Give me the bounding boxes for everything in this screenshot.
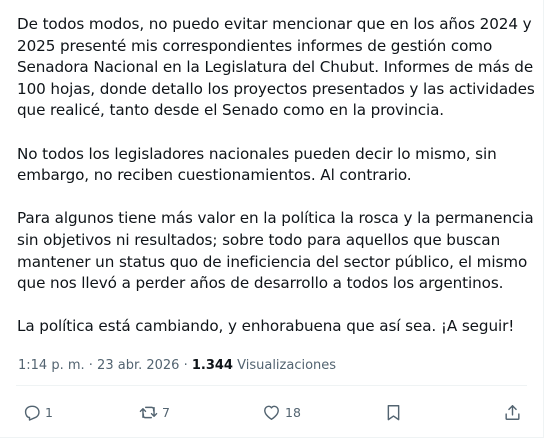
views-label: Visualizaciones xyxy=(237,358,337,373)
like-button[interactable]: 18 xyxy=(262,398,301,426)
retweet-count: 7 xyxy=(162,404,170,420)
like-count: 18 xyxy=(285,404,301,420)
tweet-paragraph-3: Para algunos tiene más valor en la polít… xyxy=(17,209,534,293)
tweet-metadata: 1:14 p. m. · 23 abr. 2026 · 1.344 Visual… xyxy=(18,357,336,375)
tweet-paragraph-4: La política está cambiando, y enhorabuen… xyxy=(17,317,515,336)
action-bar: 1 7 18 xyxy=(0,398,544,426)
views-count: 1.344 xyxy=(191,358,233,373)
share-icon xyxy=(505,404,520,420)
tweet-paragraph-1: De todos modos, no puedo evitar menciona… xyxy=(17,15,535,120)
tweet-text: De todos modos, no puedo evitar menciona… xyxy=(17,14,535,338)
retweet-icon xyxy=(139,406,158,418)
reply-button[interactable]: 1 xyxy=(22,398,53,426)
bookmark-icon xyxy=(387,404,400,420)
reply-icon xyxy=(24,405,40,421)
share-button[interactable] xyxy=(503,398,522,426)
reply-count: 1 xyxy=(45,404,53,420)
tweet-paragraph-2: No todos los legisladores nacionales pue… xyxy=(17,144,497,185)
meta-separator: · xyxy=(84,358,98,373)
heart-icon xyxy=(264,405,279,420)
retweet-button[interactable]: 7 xyxy=(139,398,170,426)
tweet-card: De todos modos, no puedo evitar menciona… xyxy=(0,0,544,438)
tweet-time[interactable]: 1:14 p. m. xyxy=(18,358,85,373)
bookmark-button[interactable] xyxy=(384,398,403,426)
tweet-date[interactable]: 23 abr. 2026 xyxy=(97,358,179,373)
meta-separator: · xyxy=(179,358,192,373)
divider xyxy=(16,385,527,386)
